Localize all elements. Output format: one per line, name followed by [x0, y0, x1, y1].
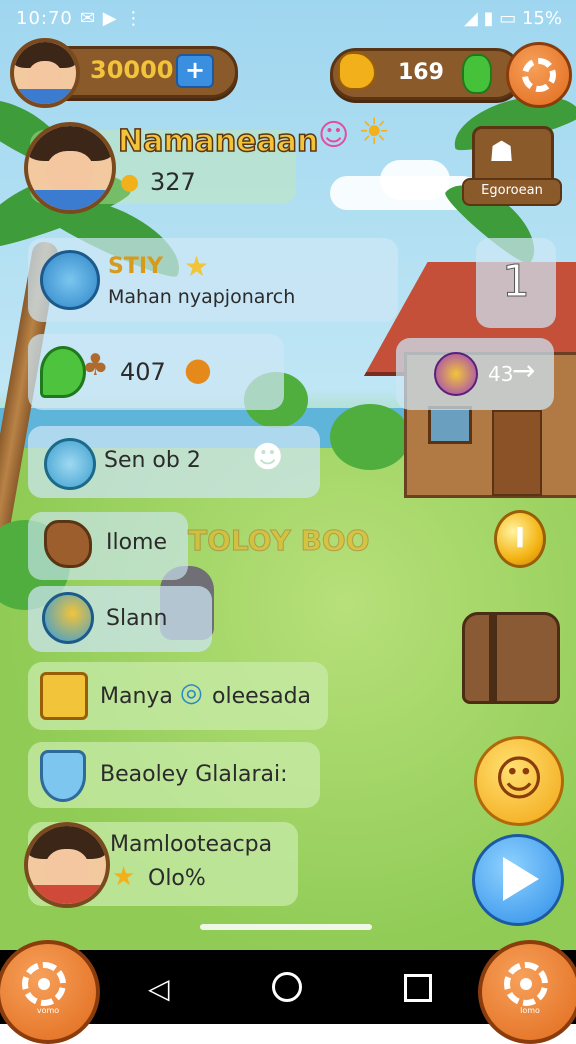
blue-monster-icon	[44, 438, 96, 490]
gold-nugget-icon	[338, 52, 376, 90]
star-icon: ★	[184, 250, 210, 283]
shop-badge-label-box: Egoroean	[462, 178, 562, 206]
potion-icon	[434, 352, 478, 396]
leaf-icon	[40, 346, 86, 398]
back-icon[interactable]: ◁	[148, 972, 170, 1005]
coin-button[interactable]: I	[494, 510, 546, 568]
gear-icon	[504, 962, 548, 1006]
sun-icon: ☀	[358, 112, 391, 153]
gear-icon	[522, 58, 556, 92]
scroll-indicator	[200, 924, 372, 930]
rings-icon: ◎	[180, 678, 203, 708]
fruit-icon: ●	[120, 170, 140, 195]
player-name: Namaneaan	[117, 123, 319, 160]
home-icon[interactable]	[272, 972, 302, 1002]
shield-icon	[40, 750, 86, 802]
wood-shield-icon	[44, 520, 92, 568]
add-coins-button[interactable]: +	[176, 54, 214, 88]
status-bar: 10:70 ✉ ▶ ⋮ ◢ ▮ ▭ 15%	[0, 0, 576, 36]
signal-icon: ▮	[483, 8, 494, 29]
treasure-chest[interactable]	[462, 612, 560, 704]
house-door	[492, 410, 542, 496]
settings-button[interactable]	[506, 42, 572, 108]
plus-icon: +	[184, 56, 206, 84]
cloud	[380, 160, 450, 200]
gear-icon	[22, 962, 66, 1006]
pink-monster-icon: ☺	[318, 118, 350, 153]
emoji-button[interactable]: ☺	[474, 736, 564, 826]
cat-icon: ☻	[252, 440, 284, 475]
task1-label: Manya	[100, 684, 173, 709]
quest-count: 1	[502, 256, 531, 308]
coin-amount: 30000	[90, 56, 174, 84]
bird-label: Slann	[106, 606, 168, 631]
home-sign: TOLOY BOO	[188, 524, 371, 558]
orange-creature-icon: ●	[184, 350, 212, 388]
smiley-icon: ☺	[493, 751, 545, 807]
quest-title: STIY	[108, 254, 163, 279]
task2-label: Beaoley Glalarai:	[100, 762, 288, 787]
notification-icons: ✉ ▶ ⋮	[80, 8, 144, 29]
play-button[interactable]	[472, 834, 564, 926]
friend-avatar[interactable]	[24, 822, 110, 908]
potted-plant-icon: ♣	[82, 348, 109, 383]
player-score: 327	[150, 168, 196, 196]
battery-percent: 15%	[521, 8, 562, 29]
plant-value: 407	[120, 358, 166, 386]
status-right: ◢ ▮ ▭ 15%	[464, 8, 562, 29]
quest-subtitle: Mahan nyapjonarch	[108, 286, 296, 308]
bird-icon	[42, 592, 94, 644]
house-window	[428, 406, 472, 444]
gold-star-icon: ★	[112, 862, 136, 892]
player-avatar-small[interactable]	[10, 38, 80, 108]
player-avatar[interactable]	[24, 122, 116, 214]
coin-label: I	[514, 521, 526, 554]
gem-amount: 169	[398, 60, 444, 85]
play-icon	[503, 857, 539, 901]
quest-icon	[40, 250, 100, 310]
bush	[330, 404, 410, 470]
right-corner-label: lomo	[520, 1006, 540, 1015]
battery-icon: ▭	[499, 8, 517, 29]
task1-suffix: oleesada	[212, 684, 312, 709]
friend-value: Olo%	[148, 866, 206, 891]
wifi-icon: ◢	[464, 8, 478, 29]
ghost-icon: ☗	[489, 135, 515, 168]
status-time: 10:70	[16, 8, 73, 29]
green-gem-icon	[462, 54, 492, 94]
recents-icon[interactable]	[404, 974, 432, 1002]
seed-label: Sen ob 2	[104, 448, 201, 473]
home-label: Ilome	[106, 530, 168, 555]
shop-badge-label: Egoroean	[481, 183, 543, 198]
right-corner-button[interactable]: lomo	[478, 940, 576, 1044]
arrow-right-icon[interactable]: →	[512, 354, 535, 387]
map-icon	[40, 672, 88, 720]
friend-name: Mamlooteacpa	[110, 832, 273, 857]
transfer-value: 43	[488, 362, 514, 386]
left-corner-label: vomo	[36, 1006, 60, 1015]
left-corner-button[interactable]: vomo	[0, 940, 100, 1044]
